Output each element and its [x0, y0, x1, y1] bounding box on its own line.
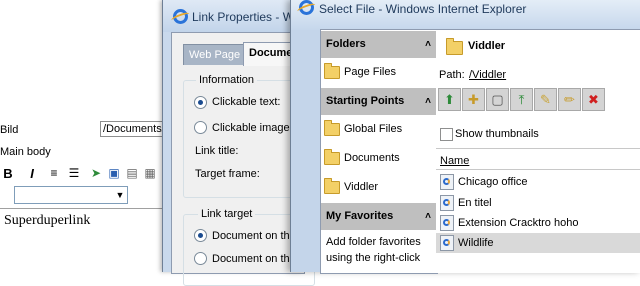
link-properties-window: Link Properties - Wi Web Page Document I… [162, 0, 315, 286]
new-folder-icon[interactable]: ✚ [462, 88, 485, 111]
my-favorites-section-header[interactable]: My Favorites ˄ [321, 203, 437, 230]
upload-icon[interactable]: ⤒ [510, 88, 533, 111]
file-toolbar: ⬆ ✚ ▢ ⤒ ✎ ✏ ✖ [438, 88, 605, 111]
internet-explorer-icon [299, 0, 314, 15]
italic-icon[interactable]: I [24, 165, 40, 181]
file-name: Wildlife [458, 237, 494, 249]
information-legend: Information [196, 74, 258, 86]
internet-explorer-icon [173, 9, 188, 24]
delete-icon[interactable]: ✖ [582, 88, 605, 111]
file-pane: Viddler Path: /Viddler ⬆ ✚ ▢ ⤒ ✎ ✏ ✖ Sho… [436, 29, 640, 273]
numbered-list-icon[interactable]: ≡ [46, 165, 62, 181]
file-icon [440, 195, 454, 211]
navigation-pane: Folders ˄ Page Files Starting Points ˄ G… [320, 29, 438, 274]
image-path-input[interactable]: /Documents/ [100, 121, 168, 137]
starting-point-label: Documents [344, 152, 400, 164]
go-up-folder-icon[interactable]: ⬆ [438, 88, 461, 111]
edit-folder-icon[interactable]: ✏ [558, 88, 581, 111]
document-on-the-label: Document on the [212, 253, 296, 265]
path-label: Path: [439, 69, 465, 81]
collapse-icon[interactable]: ˄ [425, 88, 431, 115]
clickable-image-radio[interactable] [194, 121, 207, 134]
tab-web-page[interactable]: Web Page [183, 44, 247, 65]
file-icon [440, 215, 454, 231]
file-row[interactable]: Extension Cracktro hoho [436, 213, 640, 233]
starting-points-section-header[interactable]: Starting Points ˄ [321, 88, 437, 115]
insert-link-icon[interactable]: ➤ [88, 165, 104, 181]
file-row[interactable]: En titel [436, 193, 640, 213]
folders-section-label: Folders [326, 38, 366, 50]
link-target-legend: Link target [198, 208, 256, 220]
path-link[interactable]: /Viddler [469, 69, 506, 81]
clickable-text-radio[interactable] [194, 96, 207, 109]
editor-toolbar: B I ≡ ☰ ➤ ▣ ▤ ▦ [0, 163, 158, 183]
format-select[interactable]: ▼ [14, 186, 128, 204]
folder-icon [324, 62, 340, 79]
bold-icon[interactable]: B [0, 165, 16, 181]
page-editor-window: Bild /Documents/ Main body B I ≡ ☰ ➤ ▣ ▤… [0, 0, 175, 273]
file-name: En titel [458, 197, 492, 209]
starting-point-documents[interactable]: Documents [324, 148, 400, 168]
chevron-down-icon: ▼ [115, 190, 125, 200]
show-thumbnails-checkbox[interactable] [440, 128, 453, 141]
link-title-label: Link title: [195, 145, 239, 157]
favorites-hint: Add folder favorites using the right-cli… [326, 236, 421, 264]
file-name: Chicago office [458, 176, 528, 188]
collapse-icon[interactable]: ˄ [425, 203, 431, 230]
folder-item-label: Page Files [344, 66, 396, 78]
starting-point-label: Global Files [344, 123, 403, 135]
document-on-this-label: Document on this [212, 230, 298, 242]
insert-image-icon[interactable]: ▣ [106, 165, 122, 181]
folder-icon [324, 148, 340, 165]
folders-section-header[interactable]: Folders ˄ [321, 31, 437, 58]
file-name: Extension Cracktro hoho [458, 217, 579, 229]
starting-point-global-files[interactable]: Global Files [324, 119, 402, 139]
starting-point-viddler[interactable]: Viddler [324, 177, 378, 197]
document-on-the-radio[interactable] [194, 252, 207, 265]
show-thumbnails-label: Show thumbnails [455, 128, 539, 140]
insert-document-icon[interactable]: ▤ [124, 165, 140, 181]
starting-points-section-label: Starting Points [326, 95, 405, 107]
image-field-label: Bild [0, 124, 19, 136]
folder-icon [324, 177, 340, 194]
file-icon [440, 174, 454, 190]
clickable-image-label: Clickable image: [212, 122, 293, 134]
target-frame-label: Target frame: [195, 168, 260, 180]
current-folder-name: Viddler [468, 40, 506, 52]
content-text: Superduperlink [4, 213, 91, 228]
document-on-this-radio[interactable] [194, 229, 207, 242]
file-row-selected[interactable]: Wildlife [436, 233, 640, 253]
file-row[interactable]: Chicago office [436, 172, 640, 192]
column-header-name[interactable]: Name [440, 155, 469, 167]
folder-item-page-files[interactable]: Page Files [324, 62, 396, 82]
clickable-text-label: Clickable text: [212, 96, 281, 108]
divider [436, 169, 640, 170]
window-title: Select File - Windows Internet Explorer [319, 2, 527, 16]
divider [436, 148, 640, 149]
starting-point-label: Viddler [344, 181, 379, 193]
bullet-list-icon[interactable]: ☰ [66, 165, 82, 181]
select-file-window: Select File - Windows Internet Explorer … [290, 0, 640, 274]
main-body-label: Main body [0, 146, 51, 158]
new-file-icon[interactable]: ▢ [486, 88, 509, 111]
rename-icon[interactable]: ✎ [534, 88, 557, 111]
window-title: Link Properties - Wi [192, 10, 297, 24]
my-favorites-section-label: My Favorites [326, 210, 394, 222]
collapse-icon[interactable]: ˄ [425, 31, 431, 58]
folder-icon [446, 38, 463, 55]
file-icon [440, 235, 454, 251]
folder-icon [324, 119, 340, 136]
insert-table-icon[interactable]: ▦ [142, 165, 158, 181]
